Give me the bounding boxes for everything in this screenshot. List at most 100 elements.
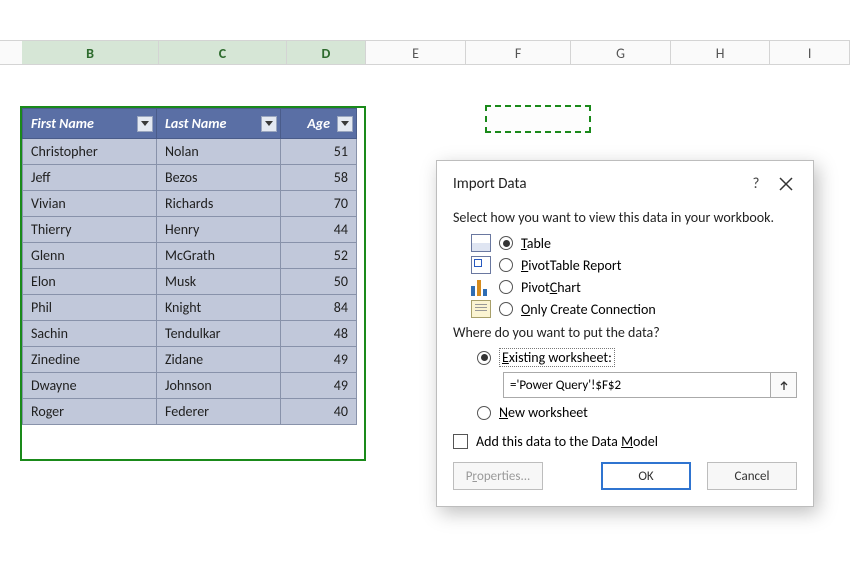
table-header-age[interactable]: Age <box>281 109 357 139</box>
col-header-b[interactable]: B <box>22 41 159 64</box>
table-row[interactable]: VivianRichards70 <box>23 191 357 217</box>
radio-connection-only[interactable] <box>499 302 513 316</box>
option-pivottable[interactable]: PivotTable Report <box>471 256 797 274</box>
radio-new[interactable] <box>477 406 491 420</box>
cell-age[interactable]: 50 <box>281 269 357 295</box>
cell-reference-input[interactable] <box>503 372 771 398</box>
table-row[interactable]: PhilKnight84 <box>23 295 357 321</box>
table-row[interactable]: SachinTendulkar48 <box>23 321 357 347</box>
cell-first-name[interactable]: Vivian <box>23 191 157 217</box>
col-header-g[interactable]: G <box>571 41 671 64</box>
table-header-first-name[interactable]: First Name <box>23 109 157 139</box>
cancel-button[interactable]: Cancel <box>707 462 797 490</box>
cell-last-name[interactable]: Zidane <box>157 347 281 373</box>
cell-first-name[interactable]: Dwayne <box>23 373 157 399</box>
cell-last-name[interactable]: Nolan <box>157 139 281 165</box>
table-row[interactable]: GlennMcGrath52 <box>23 243 357 269</box>
filter-dropdown-icon[interactable] <box>261 116 277 132</box>
cell-age[interactable]: 40 <box>281 399 357 425</box>
header-label: Last Name <box>165 115 226 132</box>
table-icon <box>471 234 491 252</box>
header-label: Age <box>307 115 330 132</box>
table-row[interactable]: ThierryHenry44 <box>23 217 357 243</box>
option-label: Table <box>521 235 551 252</box>
radio-pivotchart[interactable] <box>499 280 513 294</box>
cell-first-name[interactable]: Phil <box>23 295 157 321</box>
radio-existing[interactable] <box>477 351 491 365</box>
table-row[interactable]: ZinedineZidane49 <box>23 347 357 373</box>
cell-first-name[interactable]: Elon <box>23 269 157 295</box>
cell-first-name[interactable]: Glenn <box>23 243 157 269</box>
cell-last-name[interactable]: McGrath <box>157 243 281 269</box>
ok-button[interactable]: OK <box>601 462 691 490</box>
radio-table[interactable] <box>499 236 513 250</box>
checkbox-data-model[interactable] <box>453 434 468 449</box>
col-header-d[interactable]: D <box>287 41 367 64</box>
option-existing-worksheet[interactable]: Existing worksheet: <box>477 349 797 366</box>
option-new-worksheet[interactable]: New worksheet <box>477 404 797 421</box>
cell-last-name[interactable]: Tendulkar <box>157 321 281 347</box>
option-label: PivotTable Report <box>521 257 621 274</box>
col-header-i[interactable]: I <box>770 41 850 64</box>
cell-first-name[interactable]: Zinedine <box>23 347 157 373</box>
filter-dropdown-icon[interactable] <box>137 116 153 132</box>
cell-last-name[interactable]: Musk <box>157 269 281 295</box>
cell-age[interactable]: 52 <box>281 243 357 269</box>
location-section-label: Where do you want to put the data? <box>453 324 797 341</box>
option-pivotchart[interactable]: PivotChart <box>471 278 797 296</box>
table-row[interactable]: ChristopherNolan51 <box>23 139 357 165</box>
marquee-selection-cell[interactable] <box>485 105 591 133</box>
dialog-title: Import Data <box>453 175 747 193</box>
checkbox-label: Add this data to the Data Model <box>476 433 658 450</box>
cell-age[interactable]: 44 <box>281 217 357 243</box>
collapse-dialog-icon[interactable] <box>771 372 797 398</box>
cell-first-name[interactable]: Jeff <box>23 165 157 191</box>
col-header-f[interactable]: F <box>466 41 572 64</box>
table-row[interactable]: JeffBezos58 <box>23 165 357 191</box>
cell-last-name[interactable]: Henry <box>157 217 281 243</box>
table-row[interactable]: RogerFederer40 <box>23 399 357 425</box>
cell-age[interactable]: 70 <box>281 191 357 217</box>
pivotchart-icon <box>471 278 491 296</box>
close-icon[interactable] <box>779 177 797 191</box>
option-label: New worksheet <box>499 404 588 421</box>
cell-age[interactable]: 49 <box>281 373 357 399</box>
help-icon[interactable]: ? <box>747 175 765 193</box>
cell-age[interactable]: 48 <box>281 321 357 347</box>
col-header-e[interactable]: E <box>366 41 466 64</box>
cell-first-name[interactable]: Sachin <box>23 321 157 347</box>
cell-last-name[interactable]: Bezos <box>157 165 281 191</box>
filter-dropdown-icon[interactable] <box>337 116 353 132</box>
table-row[interactable]: DwayneJohnson49 <box>23 373 357 399</box>
cell-last-name[interactable]: Johnson <box>157 373 281 399</box>
radio-pivottable[interactable] <box>499 258 513 272</box>
table-row[interactable]: ElonMusk50 <box>23 269 357 295</box>
cell-last-name[interactable]: Richards <box>157 191 281 217</box>
view-section-label: Select how you want to view this data in… <box>453 209 797 226</box>
col-header-c[interactable]: C <box>159 41 286 64</box>
cell-age[interactable]: 51 <box>281 139 357 165</box>
option-label: PivotChart <box>521 279 581 296</box>
option-label: Only Create Connection <box>521 301 656 318</box>
col-header-h[interactable]: H <box>671 41 771 64</box>
cell-age[interactable]: 84 <box>281 295 357 321</box>
pivottable-icon <box>471 256 491 274</box>
header-label: First Name <box>31 115 94 132</box>
cell-last-name[interactable]: Knight <box>157 295 281 321</box>
option-table[interactable]: Table <box>471 234 797 252</box>
cell-age[interactable]: 58 <box>281 165 357 191</box>
cell-first-name[interactable]: Thierry <box>23 217 157 243</box>
import-data-dialog: Import Data ? Select how you want to vie… <box>436 160 814 507</box>
option-label: Existing worksheet: <box>499 349 615 366</box>
cell-age[interactable]: 49 <box>281 347 357 373</box>
data-table: First Name Last Name Age ChristopherNola… <box>22 108 357 425</box>
cell-last-name[interactable]: Federer <box>157 399 281 425</box>
column-headers: B C D E F G H I <box>0 40 850 65</box>
table-header-last-name[interactable]: Last Name <box>157 109 281 139</box>
cell-first-name[interactable]: Christopher <box>23 139 157 165</box>
connection-icon <box>471 300 491 318</box>
add-to-data-model[interactable]: Add this data to the Data Model <box>453 433 797 450</box>
properties-button[interactable]: Properties... <box>453 462 543 490</box>
cell-first-name[interactable]: Roger <box>23 399 157 425</box>
option-connection-only[interactable]: Only Create Connection <box>471 300 797 318</box>
